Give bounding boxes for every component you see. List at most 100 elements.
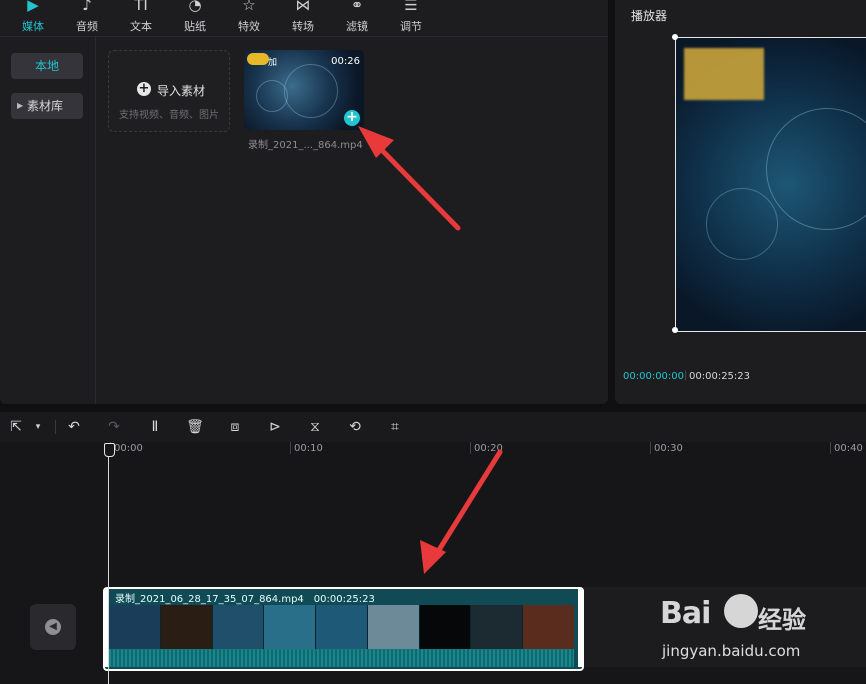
nav-library[interactable]: ▶ 素材库 xyxy=(11,93,83,119)
ruler-tick xyxy=(650,442,651,454)
rotate-icon[interactable]: ⟲ xyxy=(345,417,365,437)
mosaic-overlay xyxy=(684,48,764,100)
media-icon: ▶ xyxy=(27,0,39,14)
toolbar-media[interactable]: ▶ 媒体 xyxy=(8,0,58,36)
split-icon[interactable]: Ⅱ xyxy=(145,417,165,437)
toolbar-sticker-label: 贴纸 xyxy=(184,20,206,33)
music-icon: ♪ xyxy=(82,0,92,14)
toolbar-audio-label: 音频 xyxy=(76,20,98,33)
timeline-ruler[interactable]: 00:00 00:10 00:20 00:30 00:40 xyxy=(0,442,866,456)
baidu-jingyan-watermark: Bai 经验 jingyan.baidu.com xyxy=(660,590,860,660)
clip-info: 录制_2021_06_28_17_35_07_864.mp4 00:00:25:2… xyxy=(115,590,375,605)
ruler-tick xyxy=(290,442,291,454)
clip-duration: 00:26 xyxy=(331,56,360,67)
toolbar-adjust-label: 调节 xyxy=(400,20,422,33)
redo-icon[interactable]: ↷ xyxy=(104,417,124,437)
filmstrip-frame xyxy=(316,605,368,649)
player-time-total: 00:00:25:23 xyxy=(689,371,751,382)
toolbar-divider xyxy=(55,420,56,434)
chevron-down-icon[interactable]: ▾ xyxy=(28,417,48,437)
ruler-label: 00:20 xyxy=(474,443,503,454)
video-pattern xyxy=(766,108,866,230)
resize-handle[interactable] xyxy=(672,327,678,333)
playhead-line[interactable] xyxy=(108,448,109,684)
adjust-icon: ☰ xyxy=(404,0,418,14)
toolbar-transition-label: 转场 xyxy=(292,20,314,33)
playhead-handle[interactable] xyxy=(104,443,115,457)
player-preview[interactable] xyxy=(675,37,866,332)
ruler-label: 00:10 xyxy=(294,443,323,454)
filmstrip-frame xyxy=(264,605,317,649)
filter-icon: ⚭ xyxy=(350,0,364,14)
plus-icon: + xyxy=(137,81,151,96)
timeline-video-clip[interactable]: 录制_2021_06_28_17_35_07_864.mp4 00:00:25:2… xyxy=(103,587,584,671)
time-separator: | xyxy=(684,370,688,381)
clip-logo xyxy=(247,53,269,65)
play-reverse-icon[interactable]: ⊳ xyxy=(265,417,285,437)
trim-handle-right[interactable] xyxy=(578,589,582,667)
ruler-tick xyxy=(830,442,831,454)
timeline-clip-name: 录制_2021_06_28_17_35_07_864.mp4 xyxy=(115,594,304,605)
media-clip-thumbnail[interactable]: 加 00:26 + xyxy=(244,50,364,130)
watermark-logo-text: Bai xyxy=(660,596,711,631)
filmstrip-frame xyxy=(109,605,161,649)
audio-waveform xyxy=(109,649,574,667)
filmstrip-frame xyxy=(160,605,213,649)
track-mute-button[interactable]: ◀ xyxy=(30,604,76,650)
filmstrip-frame xyxy=(471,605,524,649)
timeline-toolbar: ⇱ ▾ ↶ ↷ Ⅱ 🗑 ⧈ ⊳ ⧖ ⟲ ⌗ xyxy=(0,412,866,442)
nav-local[interactable]: 本地 xyxy=(11,53,83,79)
clip-filmstrip xyxy=(109,605,575,649)
toolbar-media-label: 媒体 xyxy=(22,20,44,33)
player-time-current: 00:00:00:00 xyxy=(623,371,685,382)
toolbar-text-label: 文本 xyxy=(130,20,152,33)
ruler-label: 00:00 xyxy=(114,443,143,454)
toolbar-filter[interactable]: ⚭ 滤镜 xyxy=(332,0,382,36)
ruler-label: 00:40 xyxy=(834,443,863,454)
media-clip-name: 录制_2021_..._864.mp4 xyxy=(248,140,363,151)
filmstrip-frame xyxy=(367,605,420,649)
undo-icon[interactable]: ↶ xyxy=(64,417,84,437)
ruler-label: 00:30 xyxy=(654,443,683,454)
import-media-label: 导入素材 xyxy=(157,84,206,98)
transition-icon: ⋈ xyxy=(295,0,311,14)
player-title: 播放器 xyxy=(631,9,668,23)
toolbar-filter-label: 滤镜 xyxy=(346,20,368,33)
ruler-tick xyxy=(470,442,471,454)
import-media-hint: 支持视频、音频、图片 xyxy=(119,110,219,121)
clip-logo-text: 加 xyxy=(268,58,278,68)
toolbar-audio[interactable]: ♪ 音频 xyxy=(62,0,112,36)
caret-right-icon: ▶ xyxy=(17,101,24,110)
freeze-icon[interactable]: ⧈ xyxy=(225,417,245,437)
toolbar-effects-label: 特效 xyxy=(238,20,260,33)
speaker-icon: ◀ xyxy=(45,619,61,635)
nav-library-label: 素材库 xyxy=(27,99,64,113)
filmstrip-frame xyxy=(523,605,575,649)
filmstrip-frame xyxy=(212,605,265,649)
toolbar-adjust[interactable]: ☰ 调节 xyxy=(386,0,436,36)
effects-icon: ☆ xyxy=(242,0,256,14)
thumb-pattern xyxy=(284,64,338,118)
video-pattern xyxy=(706,188,778,260)
paw-icon xyxy=(724,594,758,628)
watermark-url: jingyan.baidu.com xyxy=(662,642,801,660)
mirror-icon[interactable]: ⧖ xyxy=(305,417,325,437)
player-panel: 播放器 00:00:00:00 | 00:00:25:23 xyxy=(615,0,866,404)
toolbar-text[interactable]: TI 文本 xyxy=(116,0,166,36)
select-cursor-icon[interactable]: ⇱ xyxy=(6,417,26,437)
media-side-nav: 本地 ▶ 素材库 xyxy=(0,37,96,404)
toolbar-effects[interactable]: ☆ 特效 xyxy=(224,0,274,36)
import-media-card[interactable]: + 导入素材 支持视频、音频、图片 xyxy=(108,50,230,132)
filmstrip-frame xyxy=(419,605,472,649)
text-icon: TI xyxy=(134,0,148,14)
toolbar-transition[interactable]: ⋈ 转场 xyxy=(278,0,328,36)
thumb-pattern xyxy=(256,80,288,112)
toolbar-sticker[interactable]: ◔ 贴纸 xyxy=(170,0,220,36)
watermark-logo-tail: 经验 xyxy=(758,606,806,634)
resize-handle[interactable] xyxy=(672,34,678,40)
delete-icon[interactable]: 🗑 xyxy=(185,417,205,437)
media-panel: ▶ 媒体 ♪ 音频 TI 文本 ◔ 贴纸 ☆ 特效 ⋈ 转场 ⚭ 滤镜 ☰ 调节 xyxy=(0,0,608,404)
crop-icon[interactable]: ⌗ xyxy=(385,417,405,437)
add-to-timeline-icon[interactable]: + xyxy=(344,110,360,126)
sticker-icon: ◔ xyxy=(188,0,202,14)
